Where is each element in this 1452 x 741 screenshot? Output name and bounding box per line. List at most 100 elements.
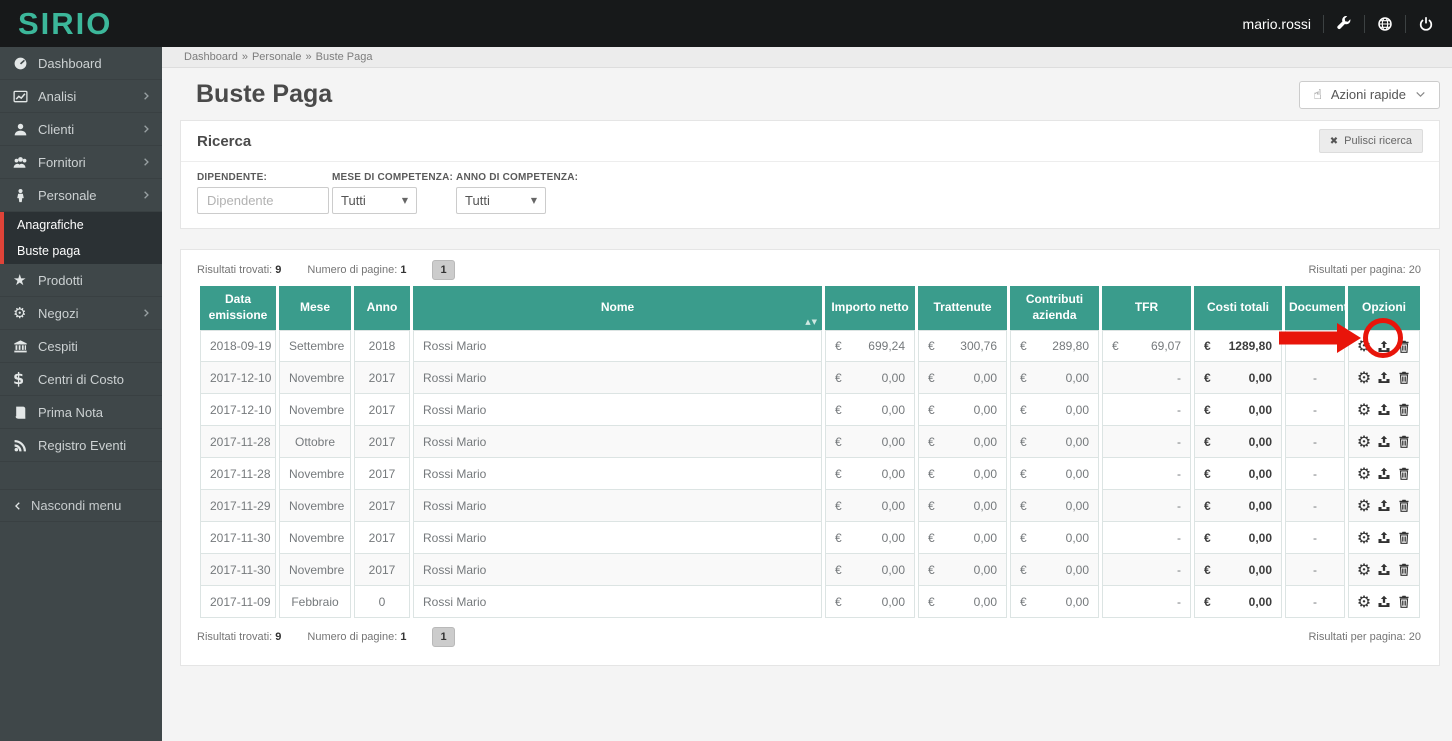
gear-icon[interactable]: ⚙: [1357, 497, 1371, 514]
column-header-nome[interactable]: Nome ▲▼: [413, 286, 822, 330]
bank-icon: [13, 339, 38, 354]
breadcrumb-dashboard[interactable]: Dashboard: [184, 51, 238, 63]
column-header-importo-netto[interactable]: Importo netto: [825, 286, 915, 330]
table-row: 2017-11-28 Novembre 2017 Rossi Mario €0,00 €0…: [200, 458, 1420, 490]
cell-documento: -: [1285, 554, 1345, 586]
globe-icon[interactable]: [1377, 16, 1393, 32]
amount-value: 0,00: [973, 562, 997, 577]
trash-icon[interactable]: [1397, 530, 1411, 545]
cell-documento: -: [1285, 458, 1345, 490]
upload-icon[interactable]: [1377, 466, 1391, 481]
gear-icon[interactable]: ⚙: [1357, 593, 1371, 610]
column-header-trattenute[interactable]: Trattenute: [918, 286, 1007, 330]
sidebar-item-anagrafiche[interactable]: Anagrafiche: [0, 212, 162, 238]
quick-actions-label: Azioni rapide: [1330, 87, 1406, 102]
upload-icon[interactable]: [1377, 402, 1391, 417]
currency-symbol: €: [1020, 370, 1027, 385]
sidebar-item-negozi[interactable]: ⚙ Negozi: [0, 297, 162, 330]
sidebar-item-label: Analisi: [38, 88, 77, 104]
sidebar-item-cespiti[interactable]: Cespiti: [0, 330, 162, 363]
column-header-mese[interactable]: Mese: [279, 286, 351, 330]
amount-value: 0,00: [1248, 530, 1272, 545]
cell-tfr: €69,07: [1102, 330, 1191, 362]
cell-importo-netto: €699,24: [825, 330, 915, 362]
cell-mese: Novembre: [279, 490, 351, 522]
cell-opzioni: ⚙: [1348, 394, 1420, 426]
sidebar-item-fornitori[interactable]: Fornitori: [0, 146, 162, 179]
top-navbar: SIRIO mario.rossi: [0, 0, 1452, 47]
sidebar-item-centri-di-costo[interactable]: $ Centri di Costo: [0, 363, 162, 396]
page-number-button[interactable]: 1: [432, 260, 455, 280]
cell-tfr: -: [1102, 490, 1191, 522]
app-logo[interactable]: SIRIO: [18, 8, 112, 39]
column-header-label: TFR: [1134, 300, 1159, 315]
trash-icon[interactable]: [1397, 402, 1411, 417]
upload-icon[interactable]: [1377, 498, 1391, 513]
gear-icon[interactable]: ⚙: [1357, 369, 1371, 386]
column-header-contributi-azienda[interactable]: Contributi azienda: [1010, 286, 1099, 330]
results-found: Risultati trovati: 9: [197, 264, 282, 276]
dipendente-input[interactable]: [197, 187, 329, 214]
currency-symbol: €: [1020, 402, 1027, 417]
column-header-data-emissione[interactable]: Data emissione: [200, 286, 276, 330]
gear-icon[interactable]: ⚙: [1357, 401, 1371, 418]
sidebar-item-prodotti[interactable]: ★ Prodotti: [0, 264, 162, 297]
breadcrumb-personale[interactable]: Personale: [252, 51, 302, 63]
trash-icon[interactable]: [1397, 434, 1411, 449]
gear-icon[interactable]: ⚙: [1357, 433, 1371, 450]
quick-actions-button[interactable]: ☝ Azioni rapide: [1299, 80, 1440, 109]
sidebar-item-clienti[interactable]: Clienti: [0, 113, 162, 146]
sidebar-item-registro-eventi[interactable]: Registro Eventi: [0, 429, 162, 462]
table-row: 2017-12-10 Novembre 2017 Rossi Mario €0,00 €0…: [200, 362, 1420, 394]
gear-icon[interactable]: ⚙: [1357, 465, 1371, 482]
column-header-tfr[interactable]: TFR: [1102, 286, 1191, 330]
trash-icon[interactable]: [1397, 370, 1411, 385]
upload-icon[interactable]: [1377, 434, 1391, 449]
gear-icon: ⚙: [13, 303, 27, 322]
sidebar-item-dashboard[interactable]: Dashboard: [0, 47, 162, 80]
mese-competenza-select[interactable]: Tutti ▼: [332, 187, 417, 214]
gear-icon[interactable]: ⚙: [1357, 338, 1371, 354]
book-icon: [13, 405, 38, 420]
column-header-costi-totali[interactable]: Costi totali: [1194, 286, 1282, 330]
sidebar-item-buste-paga[interactable]: Buste paga: [0, 238, 162, 264]
currency-symbol: €: [835, 530, 842, 545]
sidebar-item-personale[interactable]: Personale: [0, 179, 162, 212]
sidebar-item-prima-nota[interactable]: Prima Nota: [0, 396, 162, 429]
power-icon[interactable]: [1418, 16, 1434, 32]
wrench-icon[interactable]: [1336, 15, 1352, 32]
upload-icon[interactable]: [1377, 339, 1391, 354]
column-header-documento[interactable]: Documento: [1285, 286, 1355, 330]
sidebar-item-label: Prima Nota: [38, 404, 104, 420]
upload-icon[interactable]: [1377, 530, 1391, 545]
anno-competenza-select[interactable]: Tutti ▼: [456, 187, 547, 214]
page-number-button[interactable]: 1: [432, 627, 455, 647]
cell-contributi-azienda: €289,80: [1010, 330, 1099, 362]
results-found: Risultati trovati: 9: [197, 631, 282, 643]
hide-menu-button[interactable]: Nascondi menu: [0, 489, 162, 522]
sort-asc-desc-icon[interactable]: ▲▼: [805, 318, 818, 327]
cell-contributi-azienda: €0,00: [1010, 586, 1099, 618]
trash-icon[interactable]: [1397, 339, 1411, 354]
trash-icon[interactable]: [1397, 562, 1411, 577]
upload-icon[interactable]: [1377, 370, 1391, 385]
sidebar-item-label: Negozi: [38, 305, 79, 321]
trash-icon[interactable]: [1397, 594, 1411, 609]
results-pages: Numero di pagine: 1: [307, 631, 407, 643]
username[interactable]: mario.rossi: [1243, 16, 1311, 32]
column-header-opzioni[interactable]: Opzioni: [1348, 286, 1420, 330]
upload-icon[interactable]: [1377, 562, 1391, 577]
trash-icon[interactable]: [1397, 466, 1411, 481]
clear-search-button[interactable]: ✖ Pulisci ricerca: [1318, 129, 1423, 153]
cell-importo-netto: €0,00: [825, 394, 915, 426]
sidebar-item-analisi[interactable]: Analisi: [0, 80, 162, 113]
currency-symbol: €: [1020, 562, 1027, 577]
gear-icon[interactable]: ⚙: [1357, 529, 1371, 546]
currency-symbol: €: [928, 402, 935, 417]
currency-symbol: €: [835, 466, 842, 481]
gear-icon[interactable]: ⚙: [1357, 561, 1371, 578]
column-header-anno[interactable]: Anno: [354, 286, 410, 330]
currency-symbol: €: [1204, 434, 1211, 449]
upload-icon[interactable]: [1377, 594, 1391, 609]
trash-icon[interactable]: [1397, 498, 1411, 513]
